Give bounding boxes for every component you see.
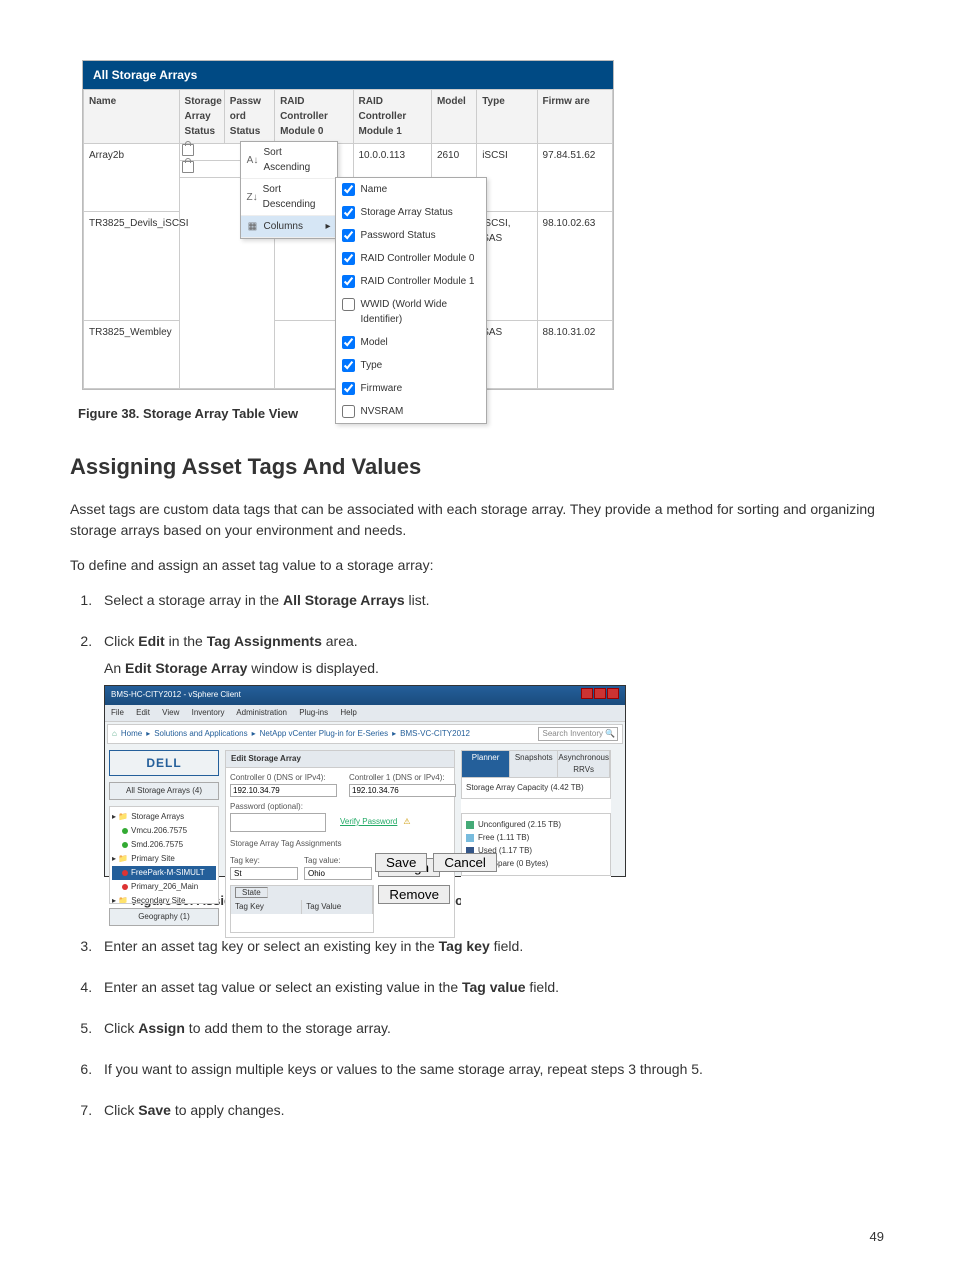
home-icon[interactable]: ⌂ — [112, 728, 117, 740]
table-row[interactable]: Array2b A↓Sort Ascending Z↓Sort Descendi… — [84, 144, 613, 212]
right-tabs: Planner Snapshots Asynchronous RRVs — [461, 750, 611, 778]
tag-list: State Tag KeyTag Value — [230, 885, 374, 933]
pane-title: Edit Storage Array — [225, 750, 455, 768]
step-7: Click Save to apply changes. — [96, 1100, 884, 1121]
storage-array-table: Name Storage Array Status Passw ord Stat… — [83, 89, 613, 389]
warning-icon: ⚠ — [403, 816, 410, 828]
col-opt-model[interactable]: Model — [336, 331, 486, 354]
remove-button[interactable]: Remove — [378, 885, 450, 904]
columns-menu[interactable]: ▦Columns▸ — [241, 216, 337, 238]
sort-asc-icon: A↓ — [247, 153, 259, 168]
menu-file[interactable]: File — [111, 708, 124, 717]
col-opt-m1[interactable]: RAID Controller Module 1 — [336, 270, 486, 293]
col-name[interactable]: Name — [84, 90, 180, 144]
tab-async[interactable]: Asynchronous RRVs — [558, 751, 610, 777]
col-opt-fw[interactable]: Firmware — [336, 377, 486, 400]
step-6: If you want to assign multiple keys or v… — [96, 1059, 884, 1080]
col-status[interactable]: Storage Array Status — [179, 90, 224, 144]
menu-help[interactable]: Help — [340, 708, 356, 717]
sort-descending[interactable]: Z↓Sort Descending — [241, 179, 337, 216]
sort-desc-icon: Z↓ — [247, 190, 258, 205]
tab-snapshots[interactable]: Snapshots — [510, 751, 558, 777]
columns-chooser-popup: Name Storage Array Status Password Statu… — [335, 177, 487, 424]
controller1-field[interactable] — [349, 784, 456, 797]
col-opt-m0[interactable]: RAID Controller Module 0 — [336, 247, 486, 270]
password-field[interactable] — [230, 813, 326, 832]
col-m0[interactable]: RAID Controller Module 0 — [275, 90, 353, 144]
step-2: Click Edit in the Tag Assignments area. … — [96, 631, 884, 911]
tag-section-label: Storage Array Tag Assignments — [230, 838, 450, 850]
all-arrays-button[interactable]: All Storage Arrays (4) — [109, 782, 219, 800]
tree-item[interactable]: Vmcu.206.7575 — [112, 824, 216, 838]
controller0-field[interactable] — [230, 784, 337, 797]
lock-icon — [182, 144, 194, 156]
tree-folder[interactable]: ▸ 📁 Primary Site — [112, 852, 216, 866]
verify-password-link[interactable]: Verify Password — [340, 816, 397, 828]
window-buttons — [580, 688, 619, 703]
col-opt-nvsram[interactable]: NVSRAM — [336, 400, 486, 423]
tree-folder[interactable]: ▸ 📁 Storage Arrays — [112, 810, 216, 824]
minimize-icon[interactable] — [581, 688, 593, 699]
search-icon: 🔍 — [605, 728, 615, 740]
col-opt-wwid[interactable]: WWID (World Wide Identifier) — [336, 293, 486, 331]
cancel-button[interactable]: Cancel — [433, 853, 497, 872]
col-type[interactable]: Type — [477, 90, 537, 144]
capacity-label: Storage Array Capacity (4.42 TB) — [461, 778, 611, 799]
menubar: File Edit View Inventory Administration … — [105, 705, 625, 722]
tab-planner[interactable]: Planner — [462, 751, 510, 777]
password-label: Password (optional): — [230, 801, 450, 813]
storage-array-table-screenshot: All Storage Arrays Name Storage Array St… — [82, 60, 614, 390]
menu-inventory[interactable]: Inventory — [192, 708, 225, 717]
edit-storage-array-screenshot: BMS-HC-CITY2012 - vSphere Client File Ed… — [104, 685, 626, 877]
col-opt-type[interactable]: Type — [336, 354, 486, 377]
dell-logo: DELL — [109, 750, 219, 776]
tag-key-field[interactable] — [230, 867, 298, 880]
ctrl0-label: Controller 0 (DNS or IPv4): — [230, 772, 331, 784]
geography-button[interactable]: Geography (1) — [109, 908, 219, 926]
step-5: Click Assign to add them to the storage … — [96, 1018, 884, 1039]
step-4: Enter an asset tag value or select an ex… — [96, 977, 884, 998]
section-paragraph-1: Asset tags are custom data tags that can… — [70, 499, 884, 541]
menu-admin[interactable]: Administration — [236, 708, 287, 717]
breadcrumb: ⌂ Home▸ Solutions and Applications▸ NetA… — [107, 724, 623, 744]
tag-list-state-header: State — [231, 886, 373, 900]
section-paragraph-2: To define and assign an asset tag value … — [70, 555, 884, 576]
menu-view[interactable]: View — [162, 708, 179, 717]
tree-folder[interactable]: ▸ 📁 Secondary Site — [112, 894, 216, 904]
page-number: 49 — [870, 1227, 884, 1247]
search-input[interactable]: Search Inventory🔍 — [538, 727, 618, 741]
close-icon[interactable] — [607, 688, 619, 699]
window-titlebar: BMS-HC-CITY2012 - vSphere Client — [105, 686, 625, 705]
ctrl1-label: Controller 1 (DNS or IPv4): — [349, 772, 450, 784]
col-opt-name[interactable]: Name — [336, 178, 486, 201]
tree-item[interactable]: Primary_206_Main — [112, 880, 216, 894]
col-opt-pw[interactable]: Password Status — [336, 224, 486, 247]
panel-title: All Storage Arrays — [83, 61, 613, 89]
maximize-icon[interactable] — [594, 688, 606, 699]
save-button[interactable]: Save — [375, 853, 427, 872]
tree-item[interactable]: Smd.206.7575 — [112, 838, 216, 852]
column-context-menu: A↓Sort Ascending Z↓Sort Descending ▦Colu… — [240, 141, 338, 239]
col-fw[interactable]: Firmw are — [537, 90, 612, 144]
columns-icon: ▦ — [247, 219, 259, 234]
menu-plugins[interactable]: Plug-ins — [299, 708, 328, 717]
lock-icon — [182, 161, 194, 173]
col-model[interactable]: Model — [431, 90, 476, 144]
tree-item-selected[interactable]: FreePark-M-SIMULT — [112, 866, 216, 880]
step-1: Select a storage array in the All Storag… — [96, 590, 884, 611]
section-heading: Assigning Asset Tags And Values — [70, 450, 884, 483]
sort-ascending[interactable]: A↓Sort Ascending — [241, 142, 337, 179]
col-opt-status[interactable]: Storage Array Status — [336, 201, 486, 224]
storage-tree: ▸ 📁 Storage Arrays Vmcu.206.7575 Smd.206… — [109, 806, 219, 904]
tag-value-field[interactable] — [304, 867, 372, 880]
col-m1[interactable]: RAID Controller Module 1 — [353, 90, 431, 144]
window-title: BMS-HC-CITY2012 - vSphere Client — [111, 689, 241, 701]
col-pw[interactable]: Passw ord Status — [224, 90, 274, 144]
menu-edit[interactable]: Edit — [136, 708, 150, 717]
